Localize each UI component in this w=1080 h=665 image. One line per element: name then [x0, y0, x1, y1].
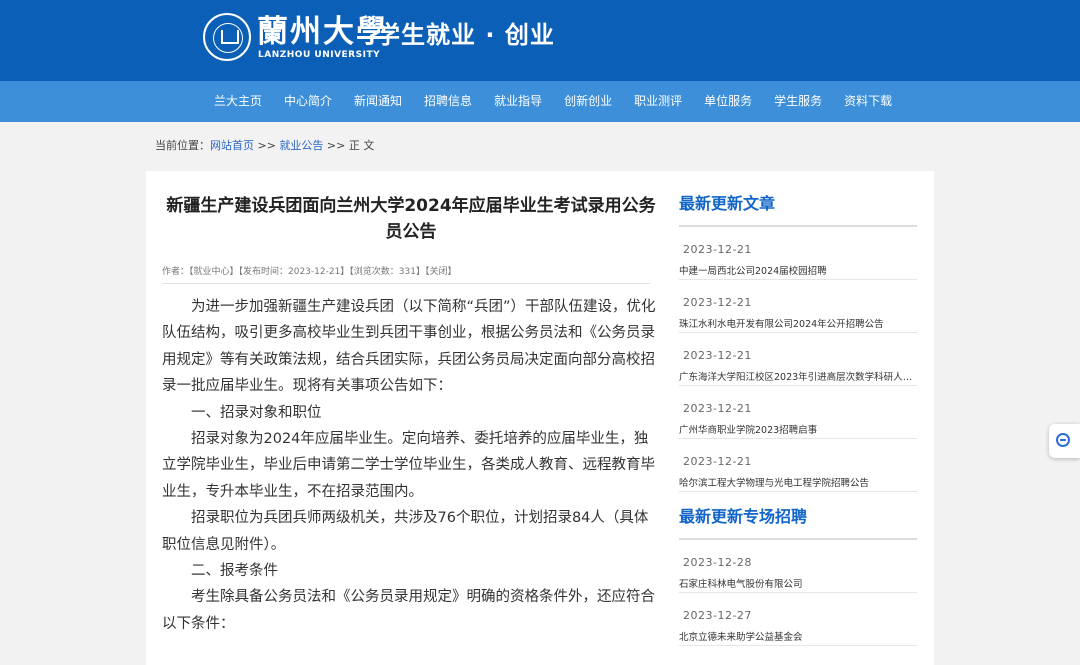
- nav-item-recruitment[interactable]: 招聘信息: [424, 81, 472, 122]
- university-name-en: LANZHOU UNIVERSITY: [258, 50, 381, 60]
- breadcrumb-separator: >>: [254, 139, 280, 152]
- nav-item-assessment[interactable]: 职业测评: [634, 81, 682, 122]
- breadcrumb: 当前位置：网站首页 >> 就业公告 >> 正 文: [155, 137, 374, 153]
- breadcrumb-current: 正 文: [348, 139, 375, 152]
- site-title: 学生就业 · 创业: [376, 21, 555, 49]
- item-date: 2023-12-28: [683, 556, 752, 569]
- item-date: 2023-12-21: [683, 349, 752, 362]
- article-paragraph: 招录职位为兵团兵师两级机关，共涉及76个职位，计划招录84人（具体职位信息见附件…: [162, 510, 649, 553]
- main-nav: 兰大主页 中心简介 新闻通知 招聘信息 就业指导 创新创业 职业测评 单位服务 …: [0, 81, 1080, 122]
- assistant-icon: [1056, 433, 1070, 447]
- item-title-link[interactable]: 广州华商职业学院2023招聘启事: [679, 422, 917, 436]
- sidebar-special-title: 最新更新专场招聘: [679, 507, 808, 526]
- sidebar-latest-articles: 最新更新文章 2023-12-21 中建一局西北公司2024届校园招聘 2023-…: [679, 191, 917, 492]
- item-title-link[interactable]: 石家庄科林电气股份有限公司: [679, 576, 917, 590]
- breadcrumb-separator: >>: [323, 139, 349, 152]
- article-section-heading: 一、招录对象和职位: [191, 404, 322, 421]
- article-paragraph: 为进一步加强新疆生产建设兵团（以下简称“兵团”）干部队伍建设，优化队伍结构，吸引…: [162, 299, 656, 395]
- sidebar-latest-title: 最新更新文章: [679, 194, 776, 213]
- breadcrumb-category-link[interactable]: 就业公告: [279, 139, 323, 152]
- university-seal-logo[interactable]: [203, 13, 251, 61]
- nav-item-news[interactable]: 新闻通知: [354, 81, 402, 122]
- item-title-link[interactable]: 广东海洋大学阳江校区2023年引进高层次数学科研人员...: [679, 369, 917, 383]
- list-item[interactable]: 2023-12-21 广东海洋大学阳江校区2023年引进高层次数学科研人员...: [679, 333, 917, 386]
- article-paragraph: 考生除具备公务员法和《公务员录用规定》明确的资格条件外，还应符合以下条件：: [162, 589, 655, 632]
- list-item[interactable]: 2023-12-21 哈尔滨工程大学物理与光电工程学院招聘公告: [679, 439, 917, 492]
- list-item[interactable]: 2023-12-27 北京立德未来助学公益基金会: [679, 593, 917, 646]
- article-title: 新疆生产建设兵团面向兰州大学2024年应届毕业生考试录用公务员公告: [166, 196, 656, 242]
- item-date: 2023-12-21: [683, 455, 752, 468]
- nav-item-entrepreneurship[interactable]: 创新创业: [564, 81, 612, 122]
- article-section-heading: 二、报考条件: [191, 563, 278, 580]
- item-date: 2023-12-21: [683, 243, 752, 256]
- nav-item-downloads[interactable]: 资料下载: [844, 81, 892, 122]
- list-item[interactable]: 2023-12-21 珠江水利水电开发有限公司2024年公开招聘公告: [679, 280, 917, 333]
- university-name-cn: 蘭州大學: [257, 14, 389, 50]
- item-date: 2023-12-21: [683, 296, 752, 309]
- item-title-link[interactable]: 中建一局西北公司2024届校园招聘: [679, 263, 917, 277]
- sidebar-special-recruitment: 最新更新专场招聘 2023-12-28 石家庄科林电气股份有限公司 2023-12…: [679, 504, 917, 646]
- article-meta: 作者：【就业中心】【发布时间：2023-12-21】【浏览次数：331】【关闭】: [162, 267, 457, 277]
- list-item[interactable]: 2023-12-28 石家庄科林电气股份有限公司: [679, 540, 917, 593]
- nav-item-student-services[interactable]: 学生服务: [774, 81, 822, 122]
- item-date: 2023-12-21: [683, 402, 752, 415]
- site-header: 蘭州大學 LANZHOU UNIVERSITY 学生就业 · 创业: [0, 0, 1080, 81]
- breadcrumb-prefix: 当前位置：: [155, 139, 210, 152]
- item-title-link[interactable]: 北京立德未来助学公益基金会: [679, 629, 917, 643]
- article-body: 为进一步加强新疆生产建设兵团（以下简称“兵团”）干部队伍建设，优化队伍结构，吸引…: [162, 294, 662, 637]
- meta-divider: [162, 283, 650, 284]
- breadcrumb-home-link[interactable]: 网站首页: [210, 139, 254, 152]
- item-title-link[interactable]: 珠江水利水电开发有限公司2024年公开招聘公告: [679, 316, 917, 330]
- nav-item-about[interactable]: 中心简介: [284, 81, 332, 122]
- floating-tool-button[interactable]: [1049, 424, 1080, 458]
- content-card: 新疆生产建设兵团面向兰州大学2024年应届毕业生考试录用公务员公告 作者：【就业…: [146, 171, 934, 665]
- list-item[interactable]: 2023-12-21 中建一局西北公司2024届校园招聘: [679, 227, 917, 280]
- article-paragraph: 招录对象为2024年应届毕业生。定向培养、委托培养的应届毕业生，独立学院毕业生，…: [162, 431, 655, 500]
- nav-item-home[interactable]: 兰大主页: [214, 81, 262, 122]
- nav-item-employer-services[interactable]: 单位服务: [704, 81, 752, 122]
- nav-item-guidance[interactable]: 就业指导: [494, 81, 542, 122]
- item-title-link[interactable]: 哈尔滨工程大学物理与光电工程学院招聘公告: [679, 475, 917, 489]
- item-date: 2023-12-27: [683, 609, 752, 622]
- list-item[interactable]: 2023-12-21 广州华商职业学院2023招聘启事: [679, 386, 917, 439]
